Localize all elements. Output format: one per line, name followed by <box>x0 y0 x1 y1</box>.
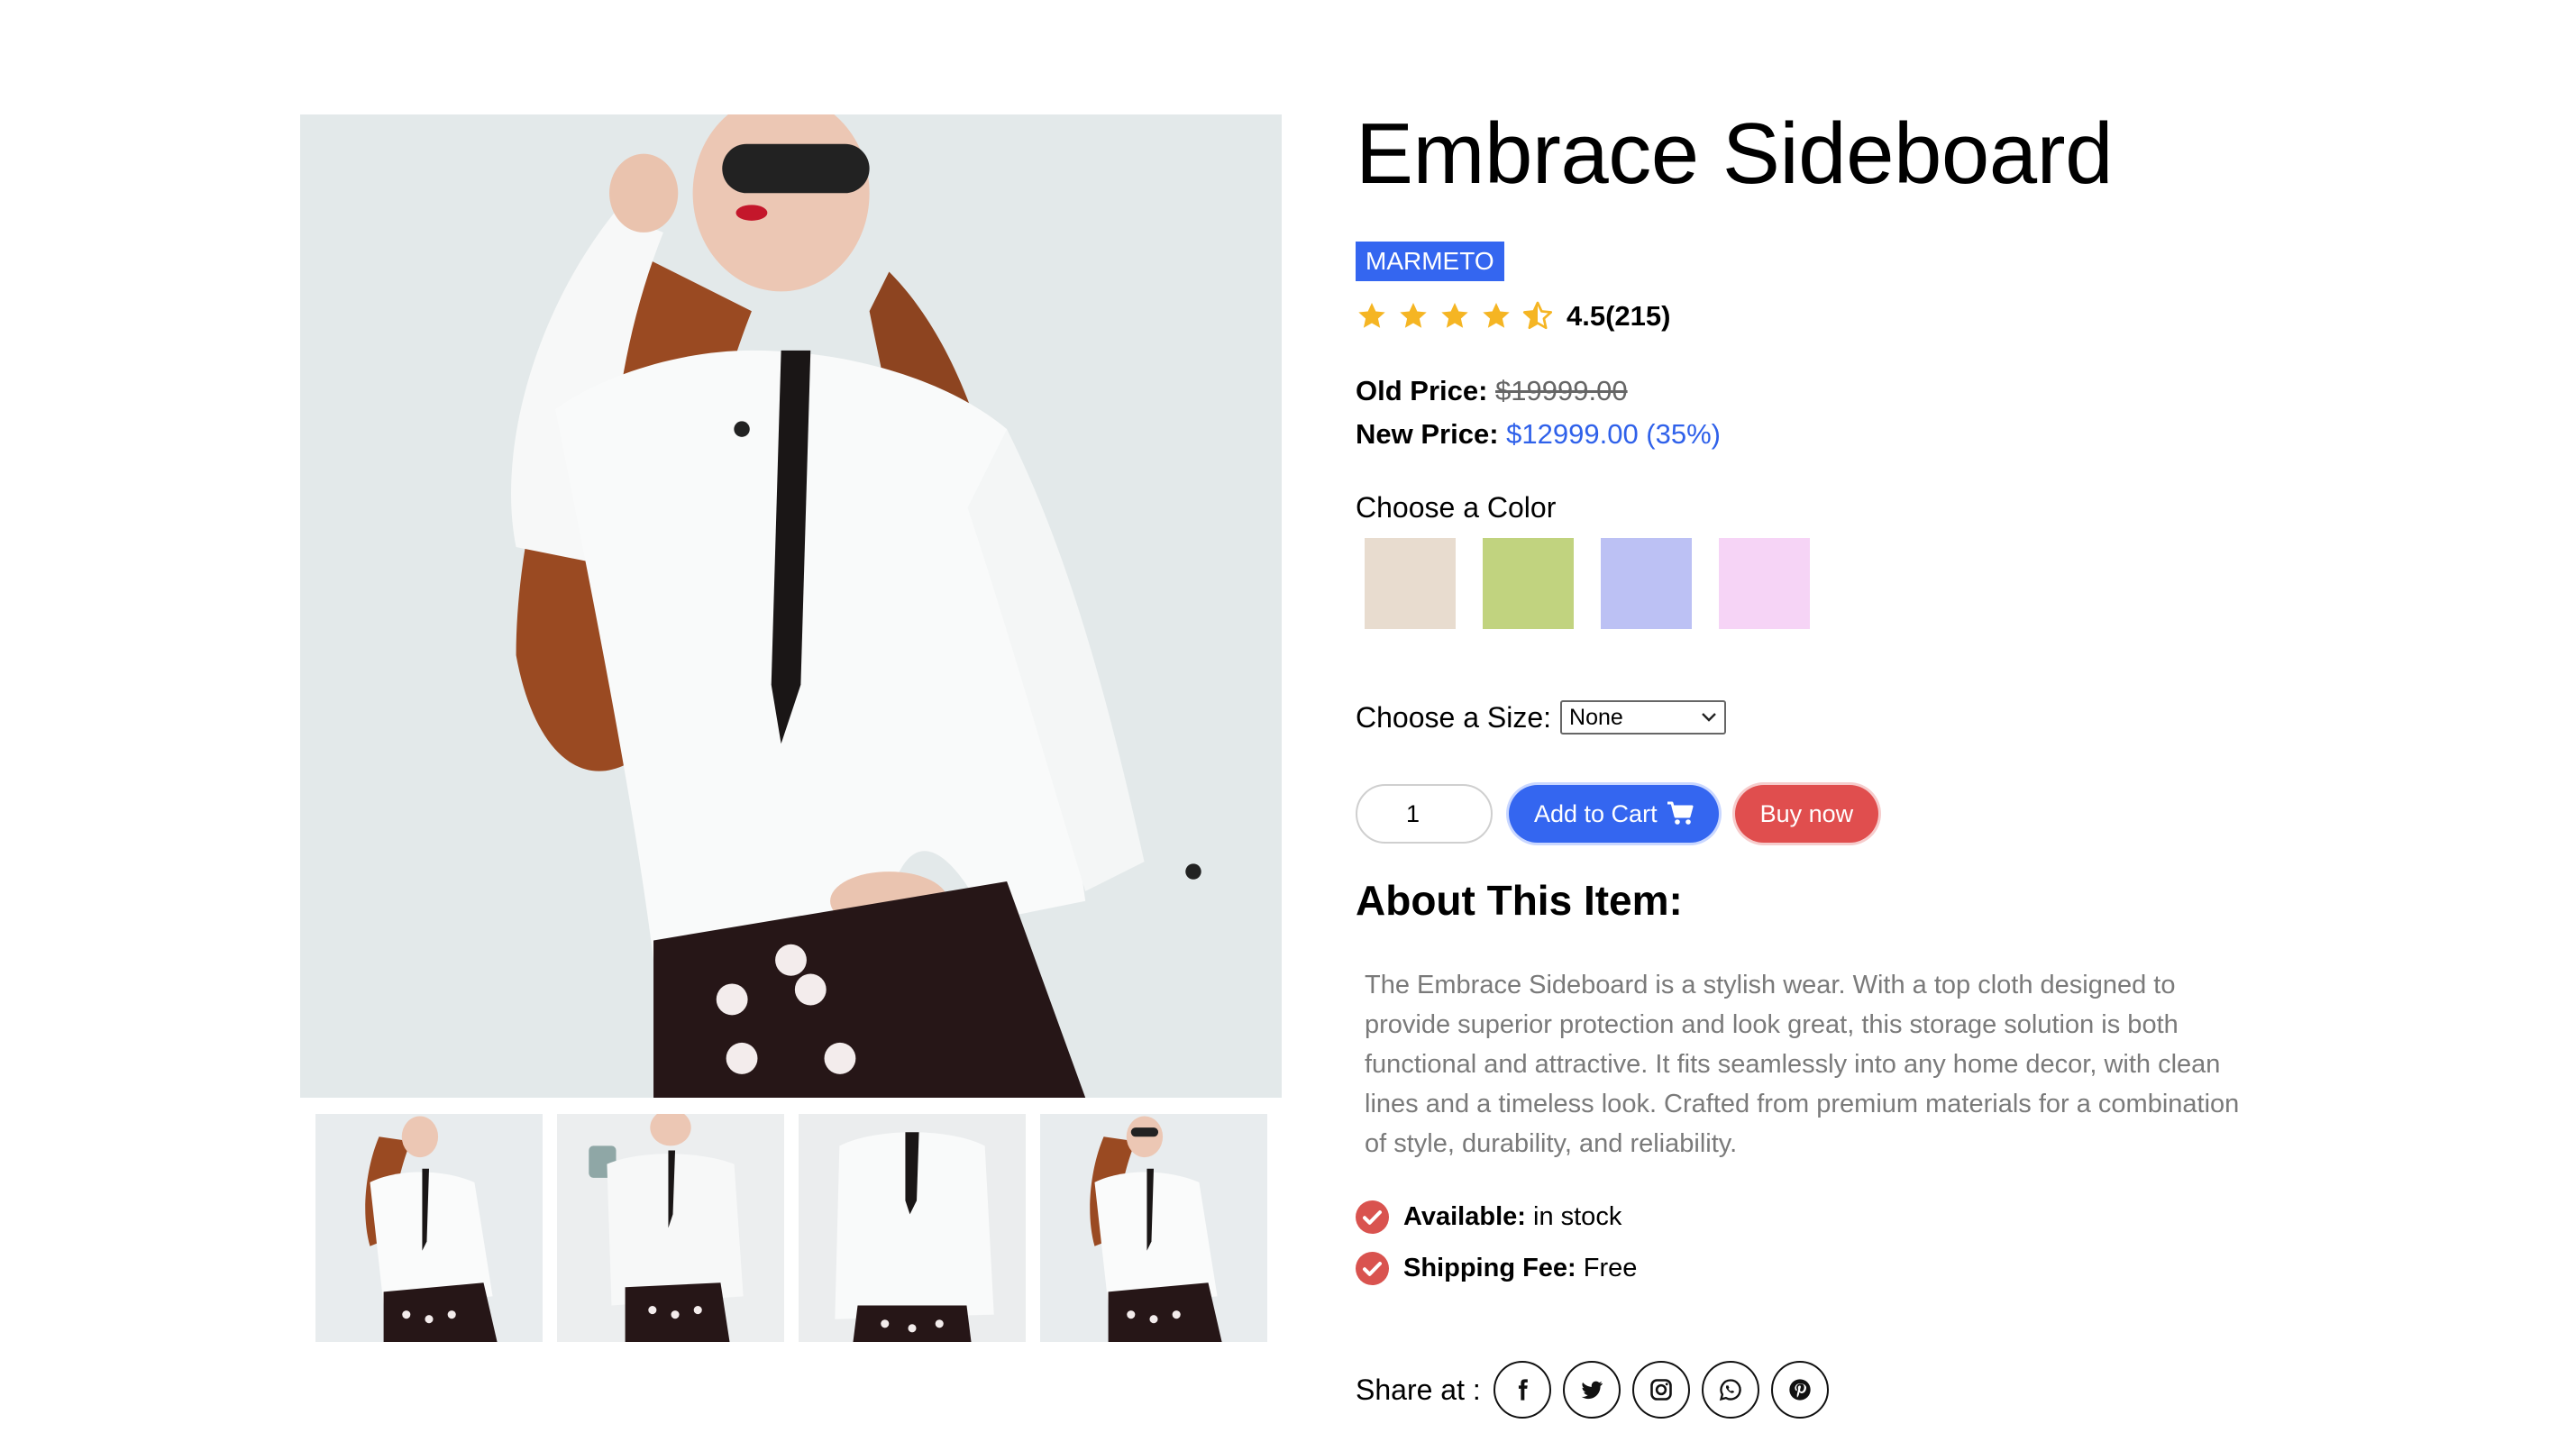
buy-now-button[interactable]: Buy now <box>1734 785 1879 843</box>
rating-value: 4.5(215) <box>1567 300 1671 332</box>
new-price-label: New Price: <box>1356 418 1499 450</box>
thumbnail-3[interactable] <box>799 1114 1026 1342</box>
new-price: New Price: $12999.00 (35%) <box>1356 418 1721 451</box>
instagram-icon <box>1649 1379 1672 1401</box>
about-heading: About This Item: <box>1356 877 1683 924</box>
chevron-down-icon <box>1702 713 1716 722</box>
quantity-input[interactable]: 1 <box>1356 784 1493 844</box>
share-facebook-button[interactable] <box>1493 1361 1551 1419</box>
star-half-icon <box>1522 301 1553 330</box>
color-swatches <box>1365 538 1810 629</box>
color-swatch-lavender[interactable] <box>1601 538 1692 629</box>
thumbnail-1[interactable] <box>315 1114 543 1342</box>
availability-value: in stock <box>1533 1202 1622 1231</box>
size-row: Choose a Size: None <box>1356 700 1727 735</box>
color-swatch-beige[interactable] <box>1365 538 1456 629</box>
share-whatsapp-button[interactable] <box>1701 1361 1759 1419</box>
share-label: Share at : <box>1356 1373 1481 1406</box>
whatsapp-icon <box>1719 1379 1741 1401</box>
check-circle-icon <box>1356 1252 1389 1285</box>
size-select[interactable]: None <box>1560 700 1727 735</box>
shipping-row: Shipping Fee: Free <box>1356 1252 1637 1285</box>
color-swatch-pink[interactable] <box>1719 538 1810 629</box>
old-price: Old Price: $19999.00 <box>1356 375 1628 407</box>
add-to-cart-label: Add to Cart <box>1534 799 1658 827</box>
buy-now-label: Buy now <box>1759 799 1854 827</box>
purchase-actions: 1 Add to Cart Buy now <box>1356 784 1879 844</box>
size-label: Choose a Size: <box>1356 700 1552 734</box>
shipping-value: Free <box>1583 1254 1638 1282</box>
rating-stars <box>1356 300 1554 333</box>
availability-label: Available: <box>1403 1202 1526 1231</box>
twitter-icon <box>1581 1381 1603 1400</box>
thumbnail-photo <box>557 1114 784 1342</box>
facebook-icon <box>1518 1379 1528 1401</box>
thumbnail-photo <box>799 1114 1026 1342</box>
size-selected-value: None <box>1569 704 1623 730</box>
pinterest-icon <box>1789 1379 1811 1401</box>
color-label: Choose a Color <box>1356 491 1557 524</box>
color-swatch-green[interactable] <box>1483 538 1574 629</box>
new-price-value: $12999.00 (35%) <box>1506 418 1721 450</box>
share-twitter-button[interactable] <box>1562 1361 1621 1419</box>
share-pinterest-button[interactable] <box>1770 1361 1829 1419</box>
product-photo <box>300 114 1282 1098</box>
thumbnail-strip <box>315 1114 1267 1342</box>
thumbnail-4[interactable] <box>1040 1114 1267 1342</box>
star-full-icon <box>1400 303 1427 328</box>
star-full-icon <box>1441 303 1468 328</box>
check-circle-icon <box>1356 1200 1389 1234</box>
availability-row: Available: in stock <box>1356 1200 1621 1234</box>
share-instagram-button[interactable] <box>1631 1361 1690 1419</box>
brand-badge: MARMETO <box>1356 242 1504 281</box>
shipping-label: Shipping Fee: <box>1403 1254 1576 1282</box>
thumbnail-photo <box>315 1114 543 1342</box>
product-rating: 4.5(215) <box>1356 300 1670 333</box>
old-price-label: Old Price: <box>1356 375 1488 406</box>
thumbnail-photo <box>1040 1114 1267 1342</box>
star-full-icon <box>1483 303 1510 328</box>
old-price-value: $19999.00 <box>1495 375 1628 406</box>
thumbnail-2[interactable] <box>557 1114 784 1342</box>
share-icons <box>1493 1361 1829 1419</box>
share-row: Share at : <box>1356 1361 1829 1419</box>
add-to-cart-button[interactable]: Add to Cart <box>1509 785 1719 843</box>
product-title: Embrace Sideboard <box>1356 105 2113 202</box>
star-full-icon <box>1358 303 1385 328</box>
main-product-image <box>300 114 1282 1098</box>
about-description: The Embrace Sideboard is a stylish wear.… <box>1365 971 2240 1158</box>
cart-icon <box>1667 801 1694 825</box>
